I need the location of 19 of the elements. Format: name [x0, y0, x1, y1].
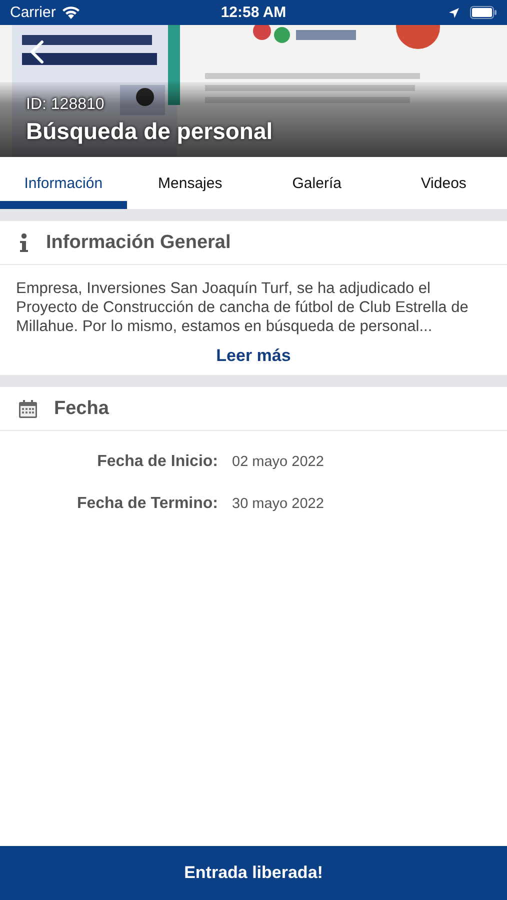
calendar-icon	[18, 398, 38, 418]
date-label: Fecha de Termino:	[76, 495, 218, 513]
job-id: ID: 128810	[26, 96, 106, 114]
location-arrow-icon	[448, 6, 460, 18]
wifi-icon	[60, 6, 81, 20]
date-label: Fecha de Inicio:	[96, 453, 218, 471]
free-entry-button[interactable]: Entrada liberada!	[0, 846, 507, 900]
section-title: Fecha	[54, 398, 109, 420]
job-title: Búsqueda de personal	[26, 118, 273, 145]
description-text: Empresa, Inversiones San Joaquín Turf, se ha adjudicado el Proyecto de Construcción de cancha de fútbol de Club Estrella de Millahue. Por lo mismo, estamos en búsqueda de personal...	[16, 279, 470, 336]
info-icon	[18, 232, 30, 252]
carrier-name: Carrier	[10, 4, 56, 21]
date-value: 02 mayo 2022	[232, 454, 325, 470]
battery-icon	[470, 6, 497, 19]
date-value: 30 mayo 2022	[232, 496, 325, 512]
back-chevron-icon[interactable]	[30, 40, 44, 64]
clock-time: 12:58 AM	[220, 4, 286, 21]
read-more-link[interactable]: Leer más	[216, 346, 291, 366]
section-title: Información General	[46, 232, 231, 254]
